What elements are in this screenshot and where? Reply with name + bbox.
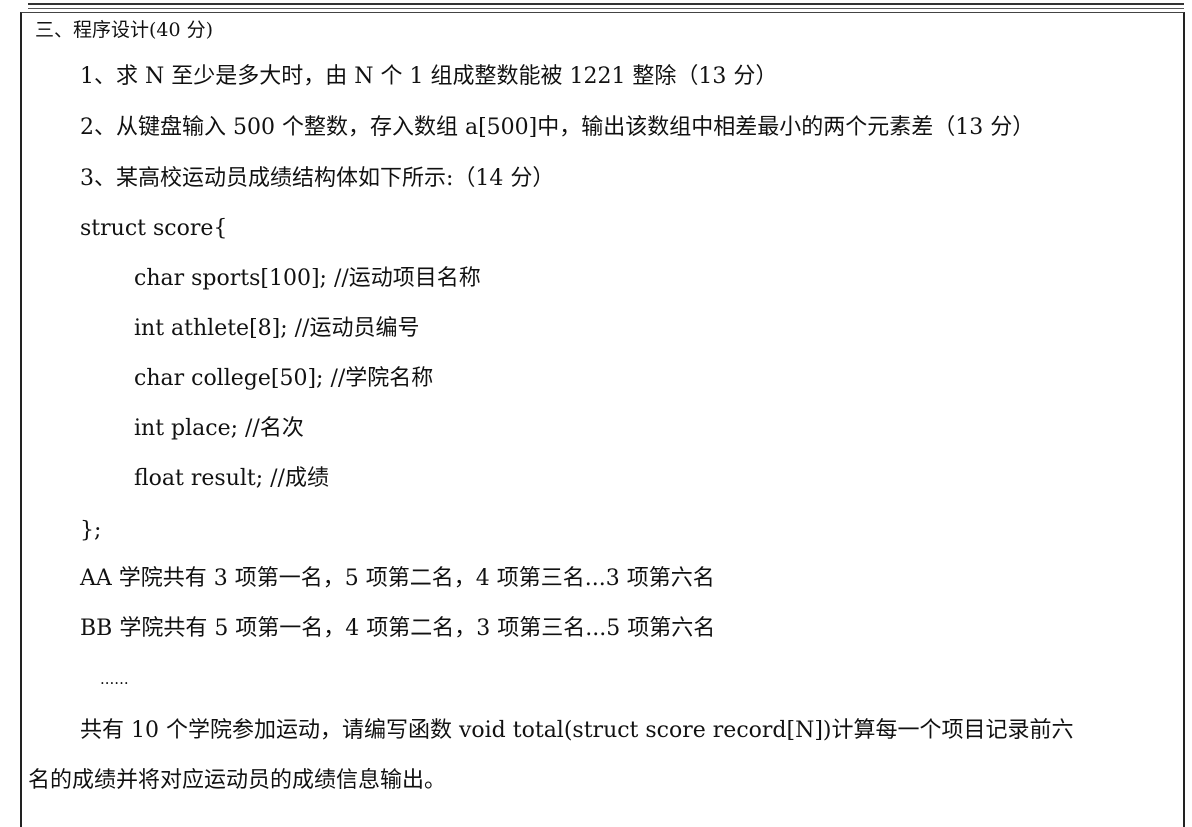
question-3: 3、某高校运动员成绩结构体如下所示:（14 分）: [80, 166, 555, 191]
top-thin-rule: [28, 8, 1184, 9]
code-field-athlete: int athlete[8]; //运动员编号: [134, 316, 420, 341]
question-1: 1、求 N 至少是多大时，由 N 个 1 组成整数能被 1221 整除（13 分…: [80, 64, 778, 89]
code-struct-close: };: [80, 518, 102, 543]
top-double-rule: [28, 3, 1184, 5]
question-2: 2、从键盘输入 500 个整数，存入数组 a[500]中，输出该数组中相差最小的…: [80, 115, 1035, 140]
code-field-place: int place; //名次: [134, 416, 304, 441]
example-bb: BB 学院共有 5 项第一名，4 项第二名，3 项第三名...5 项第六名: [80, 616, 716, 641]
task-paragraph-line-2: 名的成绩并将对应运动员的成绩信息输出。: [28, 768, 447, 793]
example-aa: AA 学院共有 3 项第一名，5 项第二名，4 项第三名...3 项第六名: [80, 566, 715, 591]
code-field-result: float result; //成绩: [134, 466, 329, 491]
ellipsis: ......: [100, 670, 129, 688]
task-paragraph-line-1: 共有 10 个学院参加运动，请编写函数 void total(struct sc…: [80, 718, 1074, 743]
code-field-sports: char sports[100]; //运动项目名称: [134, 266, 481, 291]
section-heading: 三、程序设计(40 分): [35, 19, 214, 41]
code-struct-open: struct score{: [80, 216, 228, 241]
code-field-college: char college[50]; //学院名称: [134, 366, 434, 391]
